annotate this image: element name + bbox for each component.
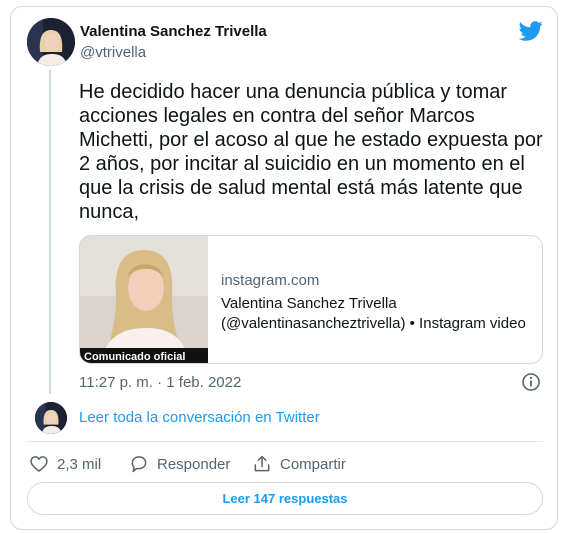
author-handle[interactable]: @vtrivella — [80, 44, 146, 61]
read-conversation-link[interactable]: Leer toda la conversación en Twitter — [79, 409, 320, 426]
link-preview-card[interactable]: Comunicado oficial instagram.com Valenti… — [79, 235, 543, 364]
actions-divider — [27, 441, 543, 442]
thumbnail-caption: Comunicado oficial — [84, 351, 185, 363]
reply-bubble-icon — [131, 456, 147, 473]
info-icon[interactable] — [521, 372, 541, 392]
link-domain: instagram.com — [221, 272, 320, 289]
twitter-bird-icon[interactable] — [519, 19, 543, 43]
author-name[interactable]: Valentina Sanchez Trivella — [80, 23, 267, 40]
embedded-tweet-card: Valentina Sanchez Trivella @vtrivella He… — [10, 6, 558, 530]
like-count: 2,3 mil — [57, 455, 102, 473]
tweet-timestamp[interactable]: 11:27 p. m. · 1 feb. 2022 — [79, 374, 241, 391]
share-icon — [254, 455, 270, 472]
heart-icon — [30, 456, 48, 472]
reply-button[interactable]: Responder — [129, 452, 230, 476]
thread-connector-line — [49, 70, 51, 394]
author-avatar[interactable] — [27, 18, 75, 66]
read-replies-button[interactable]: Leer 147 respuestas — [27, 482, 543, 515]
share-button[interactable]: Compartir — [252, 452, 346, 476]
conversation-avatar[interactable] — [35, 402, 67, 434]
reply-label: Responder — [157, 455, 231, 473]
link-thumbnail: Comunicado oficial — [80, 236, 208, 363]
link-title: Valentina Sanchez Trivella (@valentinasa… — [221, 295, 526, 332]
share-label: Compartir — [280, 455, 346, 473]
like-button[interactable]: 2,3 mil — [29, 452, 101, 476]
tweet-text: He decidido hacer una denuncia pública y… — [79, 81, 543, 223]
